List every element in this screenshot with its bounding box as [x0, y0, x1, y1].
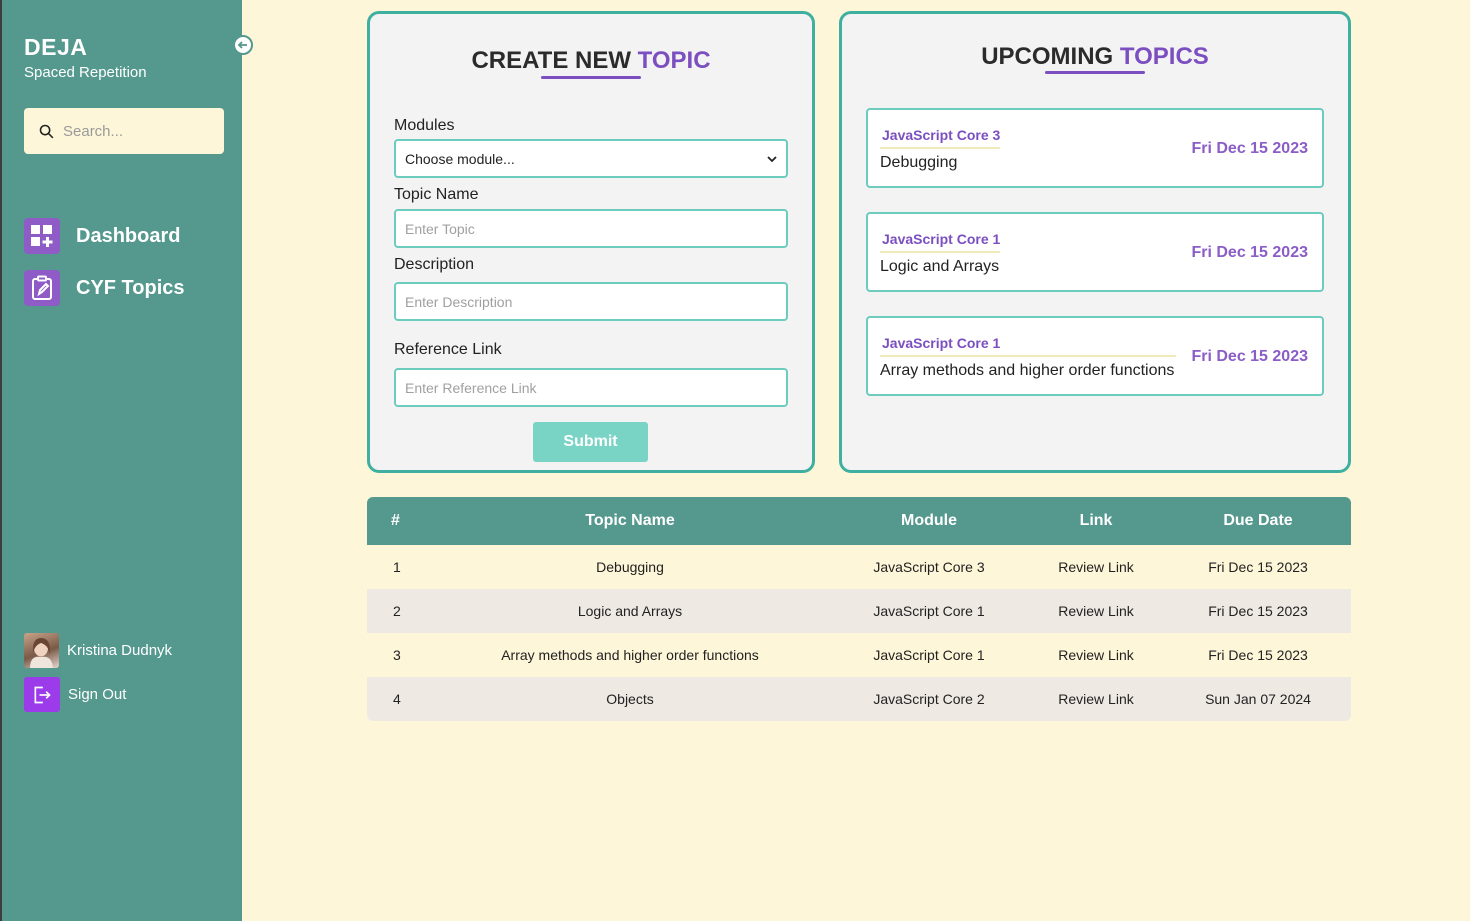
upcoming-topics-card: UPCOMING TOPICS JavaScript Core 3 Debugg… — [839, 11, 1351, 473]
dashboard-grid-icon — [24, 218, 60, 254]
sign-out-label: Sign Out — [68, 686, 127, 703]
upcoming-topic-name: Array methods and higher order functions — [880, 362, 1175, 379]
nav-label-dashboard: Dashboard — [76, 224, 181, 247]
search-input[interactable] — [63, 122, 213, 140]
topics-table: # Topic Name Module Link Due Date 1 Debu… — [367, 497, 1351, 721]
cell-number: 3 — [393, 647, 401, 663]
clipboard-edit-icon — [24, 270, 60, 306]
table-header: # Topic Name Module Link Due Date — [367, 497, 1351, 545]
upcoming-topic-name: Logic and Arrays — [880, 258, 1000, 275]
table-row: 1 Debugging JavaScript Core 3 Review Lin… — [367, 545, 1351, 589]
description-input[interactable] — [405, 293, 777, 310]
upcoming-topic-name: Debugging — [880, 154, 958, 171]
divider — [880, 355, 1176, 357]
table-row: 3 Array methods and higher order functio… — [367, 633, 1351, 677]
upcoming-module: JavaScript Core 3 — [882, 127, 1001, 143]
modules-selected-value: Choose module... — [405, 150, 515, 167]
nav-item-cyf-topics[interactable]: CYF Topics — [24, 270, 185, 306]
nav-label-cyf-topics: CYF Topics — [76, 276, 185, 299]
upcoming-due-date: Fri Dec 15 2023 — [1191, 348, 1308, 365]
create-topic-title: CREATE NEW TOPIC — [471, 47, 711, 74]
title-underline — [1045, 71, 1145, 74]
user-profile[interactable]: Kristina Dudnyk — [24, 633, 172, 668]
logout-icon — [24, 677, 60, 712]
upcoming-module: JavaScript Core 1 — [882, 335, 1001, 351]
collapse-sidebar-button[interactable] — [233, 35, 253, 55]
cell-number: 4 — [393, 691, 401, 707]
modules-select[interactable]: Choose module... — [394, 139, 788, 178]
cell-number: 2 — [393, 603, 401, 619]
cell-number: 1 — [393, 559, 401, 575]
avatar — [24, 633, 59, 668]
user-name: Kristina Dudnyk — [67, 642, 173, 659]
arrow-left-icon — [237, 41, 247, 49]
modules-label: Modules — [394, 117, 455, 134]
topic-name-input[interactable] — [405, 220, 777, 237]
upcoming-module: JavaScript Core 1 — [882, 231, 1001, 247]
upcoming-topic-item[interactable]: JavaScript Core 3 Debugging Fri Dec 15 2… — [866, 108, 1324, 188]
divider — [880, 147, 1000, 149]
reference-link-input[interactable] — [405, 379, 777, 396]
header-number: # — [391, 512, 400, 529]
nav-item-dashboard[interactable]: Dashboard — [24, 218, 180, 254]
upcoming-topics-title: UPCOMING TOPICS — [981, 43, 1209, 70]
brand-title: DEJA — [24, 34, 88, 60]
description-field[interactable] — [394, 282, 788, 321]
upcoming-topic-item[interactable]: JavaScript Core 1 Logic and Arrays Fri D… — [866, 212, 1324, 292]
brand-subtitle: Spaced Repetition — [24, 64, 147, 81]
upcoming-due-date: Fri Dec 15 2023 — [1191, 140, 1308, 157]
search-icon — [39, 124, 54, 138]
upcoming-due-date: Fri Dec 15 2023 — [1191, 244, 1308, 261]
table-row: 4 Objects JavaScript Core 2 Review Link … — [367, 677, 1351, 721]
reference-link-field[interactable] — [394, 368, 788, 407]
chevron-down-icon — [767, 155, 777, 162]
topic-name-field[interactable] — [394, 209, 788, 248]
upcoming-topic-item[interactable]: JavaScript Core 1 Array methods and high… — [866, 316, 1324, 396]
title-underline — [541, 76, 641, 79]
create-topic-card: CREATE NEW TOPIC Modules Choose module..… — [367, 11, 815, 473]
topic-name-label: Topic Name — [394, 186, 479, 203]
description-label: Description — [394, 256, 475, 273]
reference-link-label: Reference Link — [394, 341, 502, 358]
sidebar: DEJA Spaced Repetition Dashboard — [0, 0, 242, 921]
sign-out-button[interactable]: Sign Out — [24, 677, 126, 712]
table-row: 2 Logic and Arrays JavaScript Core 1 Rev… — [367, 589, 1351, 633]
search-box[interactable] — [24, 108, 224, 154]
divider — [880, 251, 1000, 253]
submit-button[interactable]: Submit — [533, 422, 648, 462]
